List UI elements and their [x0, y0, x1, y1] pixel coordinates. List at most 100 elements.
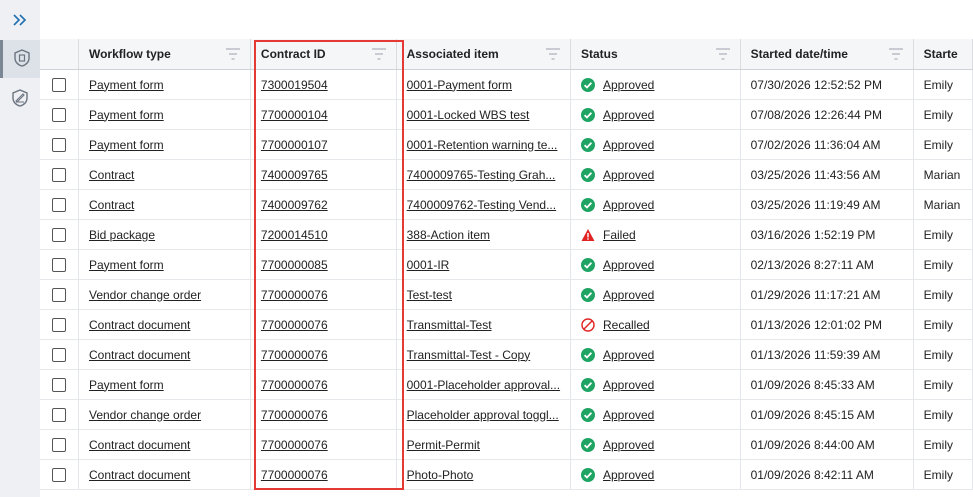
workflow-type-link[interactable]: Bid package — [89, 228, 155, 242]
workflow-type-link[interactable]: Vendor change order — [89, 408, 201, 422]
row-checkbox[interactable] — [51, 407, 66, 422]
workflow-type-link[interactable]: Payment form — [89, 108, 164, 122]
associated-item-link[interactable]: Placeholder approval toggl... — [407, 408, 559, 422]
status-link[interactable]: Approved — [603, 288, 654, 302]
workflow-type-link[interactable]: Payment form — [89, 138, 164, 152]
contract-id-link[interactable]: 7400009765 — [261, 168, 328, 182]
filter-icon[interactable] — [715, 48, 730, 60]
associated-item-link[interactable]: Test-test — [407, 288, 452, 302]
contract-id-link[interactable]: 7700000085 — [261, 258, 328, 272]
contract-id-link[interactable]: 7700000076 — [261, 468, 328, 482]
associated-item-link[interactable]: 0001-Locked WBS test — [407, 108, 530, 122]
column-header-contract-id[interactable]: Contract ID — [250, 39, 397, 70]
row-checkbox[interactable] — [51, 257, 66, 272]
table-row[interactable]: Contract document 7700000076 Transmittal-T… — [40, 339, 973, 370]
started-datetime: 02/13/2026 8:27:11 AM — [750, 257, 874, 272]
status-link[interactable]: Approved — [603, 138, 654, 152]
status-link[interactable]: Approved — [603, 468, 654, 482]
associated-item-link[interactable]: 0001-IR — [407, 258, 450, 272]
table-row[interactable]: Payment form 7700000107 0001-Retention war… — [40, 129, 973, 160]
table-row[interactable]: Payment form 7300019504 0001-Payment form A… — [40, 69, 973, 100]
filter-icon[interactable] — [888, 48, 903, 60]
column-header-started[interactable]: Started date/time — [740, 39, 914, 70]
contract-id-link[interactable]: 7300019504 — [261, 78, 328, 92]
status-link[interactable]: Approved — [603, 408, 654, 422]
workflow-type-link[interactable]: Contract — [89, 198, 134, 212]
column-header-workflow-type[interactable]: Workflow type — [78, 39, 251, 70]
table-row[interactable]: Vendor change order 7700000076 Test-test Ap… — [40, 279, 973, 310]
workflow-type-link[interactable]: Vendor change order — [89, 288, 201, 302]
row-checkbox[interactable] — [51, 77, 66, 92]
contract-id-link[interactable]: 7700000076 — [261, 438, 328, 452]
status-link[interactable]: Approved — [603, 378, 654, 392]
associated-item-link[interactable]: Permit-Permit — [407, 438, 480, 452]
associated-item-link[interactable]: 7400009765-Testing Grah... — [407, 168, 556, 182]
status-link[interactable]: Approved — [603, 438, 654, 452]
row-checkbox[interactable] — [51, 287, 66, 302]
table-row[interactable]: Contract document 7700000076 Permit-Permit… — [40, 429, 973, 460]
double-chevron-right-icon[interactable] — [10, 10, 30, 30]
contract-id-link[interactable]: 7700000107 — [261, 138, 328, 152]
status-link[interactable]: Recalled — [603, 318, 650, 332]
table-row[interactable]: Payment form 7700000085 0001-IR Approved 02/… — [40, 249, 973, 280]
contract-id-link[interactable]: 7700000076 — [261, 288, 328, 302]
table-row[interactable]: Payment form 7700000104 0001-Locked WBS te… — [40, 99, 973, 130]
filter-icon[interactable] — [225, 48, 240, 60]
contract-id-link[interactable]: 7700000104 — [261, 108, 328, 122]
table-row[interactable]: Vendor change order 7700000076 Placeholder… — [40, 399, 973, 430]
workflow-type-link[interactable]: Contract document — [89, 438, 190, 452]
workflow-type-link[interactable]: Contract document — [89, 318, 190, 332]
associated-item-link[interactable]: 7400009762-Testing Vend... — [407, 198, 556, 212]
row-checkbox[interactable] — [51, 167, 66, 182]
status-link[interactable]: Approved — [603, 198, 654, 212]
column-header-status[interactable]: Status — [570, 39, 741, 70]
table-row[interactable]: Contract 7400009765 7400009765-Testing Gra… — [40, 159, 973, 190]
workflow-type-link[interactable]: Contract document — [89, 348, 190, 362]
workflow-type-link[interactable]: Contract — [89, 168, 134, 182]
filter-icon[interactable] — [371, 48, 386, 60]
row-checkbox[interactable] — [51, 107, 66, 122]
status-link[interactable]: Approved — [603, 348, 654, 362]
cell-status: Approved — [570, 429, 741, 460]
contract-id-link[interactable]: 7700000076 — [261, 348, 328, 362]
associated-item-link[interactable]: 0001-Payment form — [407, 78, 512, 92]
associated-item-link[interactable]: Photo-Photo — [407, 468, 474, 482]
contract-id-link[interactable]: 7700000076 — [261, 378, 328, 392]
sidebar-item-workflows[interactable] — [0, 40, 40, 78]
workflow-type-link[interactable]: Payment form — [89, 258, 164, 272]
sidebar-item-signatures[interactable] — [0, 80, 40, 118]
filter-icon[interactable] — [545, 48, 560, 60]
row-checkbox[interactable] — [51, 377, 66, 392]
status-link[interactable]: Failed — [603, 228, 636, 242]
status-link[interactable]: Approved — [603, 168, 654, 182]
status-link[interactable]: Approved — [603, 258, 654, 272]
row-checkbox[interactable] — [51, 317, 66, 332]
contract-id-link[interactable]: 7200014510 — [261, 228, 328, 242]
row-checkbox[interactable] — [51, 467, 66, 482]
associated-item-link[interactable]: Transmittal-Test — [407, 318, 492, 332]
workflow-type-link[interactable]: Payment form — [89, 78, 164, 92]
associated-item-link[interactable]: 388-Action item — [407, 228, 490, 242]
row-checkbox[interactable] — [51, 197, 66, 212]
associated-item-link[interactable]: 0001-Retention warning te... — [407, 138, 558, 152]
contract-id-link[interactable]: 7700000076 — [261, 408, 328, 422]
contract-id-link[interactable]: 7700000076 — [261, 318, 328, 332]
table-row[interactable]: Contract document 7700000076 Transmittal-T… — [40, 309, 973, 340]
workflow-type-link[interactable]: Payment form — [89, 378, 164, 392]
row-checkbox[interactable] — [51, 227, 66, 242]
column-header-started-by[interactable]: Starte — [913, 39, 973, 70]
associated-item-link[interactable]: Transmittal-Test - Copy — [407, 348, 531, 362]
associated-item-link[interactable]: 0001-Placeholder approval... — [407, 378, 560, 392]
row-checkbox[interactable] — [51, 347, 66, 362]
column-header-associated-item[interactable]: Associated item — [396, 39, 571, 70]
row-checkbox[interactable] — [51, 437, 66, 452]
table-row[interactable]: Contract document 7700000076 Photo-Photo Ap… — [40, 459, 973, 490]
status-link[interactable]: Approved — [603, 108, 654, 122]
row-checkbox[interactable] — [51, 137, 66, 152]
table-row[interactable]: Contract 7400009762 7400009762-Testing Ven… — [40, 189, 973, 220]
workflow-type-link[interactable]: Contract document — [89, 468, 190, 482]
contract-id-link[interactable]: 7400009762 — [261, 198, 328, 212]
table-row[interactable]: Bid package 7200014510 388-Action item Fail… — [40, 219, 973, 250]
status-link[interactable]: Approved — [603, 78, 654, 92]
table-row[interactable]: Payment form 7700000076 0001-Placeholder a… — [40, 369, 973, 400]
